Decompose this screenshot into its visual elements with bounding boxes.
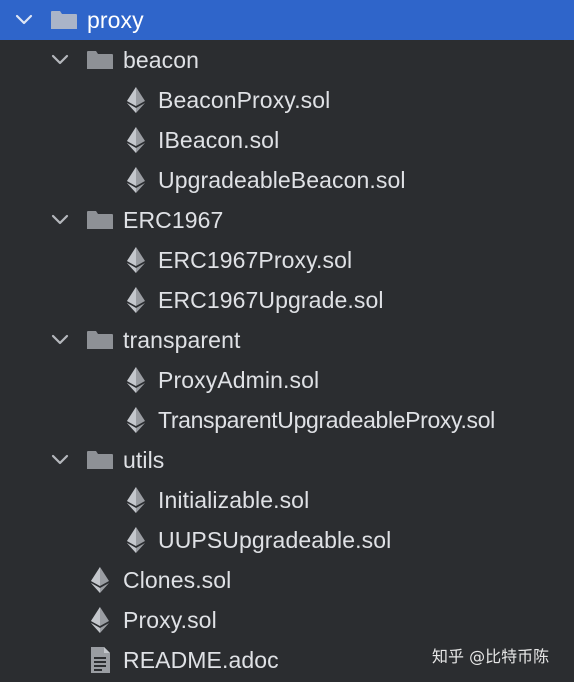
tree-item-file[interactable]: Proxy.sol bbox=[0, 600, 574, 640]
tree-item-label: BeaconProxy.sol bbox=[158, 87, 331, 113]
tree-item-file[interactable]: ERC1967Upgrade.sol bbox=[0, 280, 574, 320]
chevron-down-icon[interactable] bbox=[50, 440, 72, 480]
tree-item-label: README.adoc bbox=[123, 647, 279, 673]
tree-item-label: proxy bbox=[87, 7, 144, 33]
document-icon bbox=[89, 646, 111, 674]
project-file-tree: proxy beacon BeaconProxy.sol IBeacon.sol… bbox=[0, 0, 574, 682]
folder-icon bbox=[86, 450, 114, 470]
tree-item-label: Clones.sol bbox=[123, 567, 232, 593]
ethereum-icon bbox=[125, 526, 147, 554]
ethereum-icon bbox=[125, 366, 147, 394]
tree-item-label: Initializable.sol bbox=[158, 487, 310, 513]
tree-item-file[interactable]: ProxyAdmin.sol bbox=[0, 360, 574, 400]
ethereum-icon bbox=[125, 406, 147, 434]
tree-item-label: TransparentUpgradeableProxy.sol bbox=[158, 407, 495, 433]
tree-item-utils-folder[interactable]: utils bbox=[0, 440, 574, 480]
chevron-down-icon[interactable] bbox=[14, 0, 36, 40]
tree-item-transparent-folder[interactable]: transparent bbox=[0, 320, 574, 360]
tree-item-file[interactable]: BeaconProxy.sol bbox=[0, 80, 574, 120]
ethereum-icon bbox=[89, 606, 111, 634]
tree-item-label: UpgradeableBeacon.sol bbox=[158, 167, 406, 193]
ethereum-icon bbox=[125, 486, 147, 514]
chevron-down-icon[interactable] bbox=[50, 320, 72, 360]
folder-icon bbox=[86, 210, 114, 230]
ethereum-icon bbox=[125, 86, 147, 114]
folder-icon bbox=[86, 50, 114, 70]
tree-item-label: transparent bbox=[123, 327, 241, 353]
tree-item-label: ERC1967Proxy.sol bbox=[158, 247, 353, 273]
tree-item-label: Proxy.sol bbox=[123, 607, 217, 633]
tree-item-beacon-folder[interactable]: beacon bbox=[0, 40, 574, 80]
tree-item-proxy-folder[interactable]: proxy bbox=[0, 0, 574, 40]
tree-item-erc1967-folder[interactable]: ERC1967 bbox=[0, 200, 574, 240]
tree-item-label: utils bbox=[123, 447, 165, 473]
tree-item-file[interactable]: Clones.sol bbox=[0, 560, 574, 600]
ethereum-icon bbox=[125, 246, 147, 274]
tree-item-label: IBeacon.sol bbox=[158, 127, 280, 153]
tree-item-file[interactable]: IBeacon.sol bbox=[0, 120, 574, 160]
ethereum-icon bbox=[125, 126, 147, 154]
tree-item-label: beacon bbox=[123, 47, 200, 73]
tree-item-label: ProxyAdmin.sol bbox=[158, 367, 320, 393]
ethereum-icon bbox=[125, 166, 147, 194]
ethereum-icon bbox=[89, 566, 111, 594]
ethereum-icon bbox=[125, 286, 147, 314]
tree-item-label: UUPSUpgradeable.sol bbox=[158, 527, 392, 553]
tree-item-label: ERC1967 bbox=[123, 207, 224, 233]
folder-icon bbox=[50, 10, 78, 30]
watermark: 知乎 @比特币陈 bbox=[432, 647, 550, 666]
tree-item-file[interactable]: ERC1967Proxy.sol bbox=[0, 240, 574, 280]
chevron-down-icon[interactable] bbox=[50, 200, 72, 240]
tree-item-file[interactable]: UUPSUpgradeable.sol bbox=[0, 520, 574, 560]
tree-item-file[interactable]: UpgradeableBeacon.sol bbox=[0, 160, 574, 200]
tree-item-file[interactable]: TransparentUpgradeableProxy.sol bbox=[0, 400, 574, 440]
folder-icon bbox=[86, 330, 114, 350]
tree-item-file[interactable]: Initializable.sol bbox=[0, 480, 574, 520]
tree-item-label: ERC1967Upgrade.sol bbox=[158, 287, 384, 313]
chevron-down-icon[interactable] bbox=[50, 40, 72, 80]
